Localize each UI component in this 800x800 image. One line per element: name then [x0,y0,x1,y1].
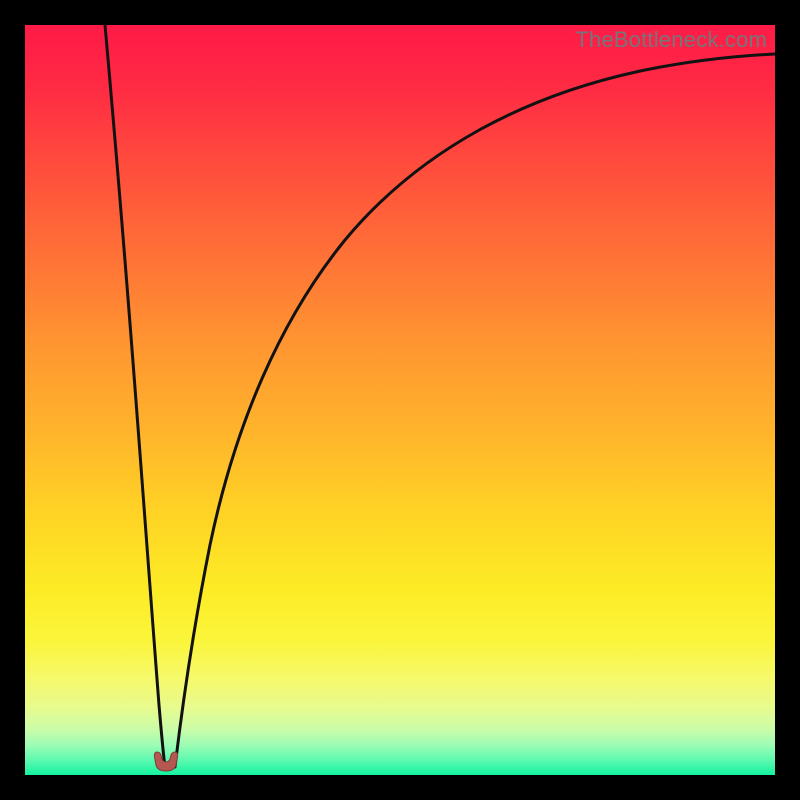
bottleneck-curve [25,25,775,775]
chart-frame: TheBottleneck.com [25,25,775,775]
curve-right-branch [175,54,775,767]
curve-left-branch [105,25,165,767]
